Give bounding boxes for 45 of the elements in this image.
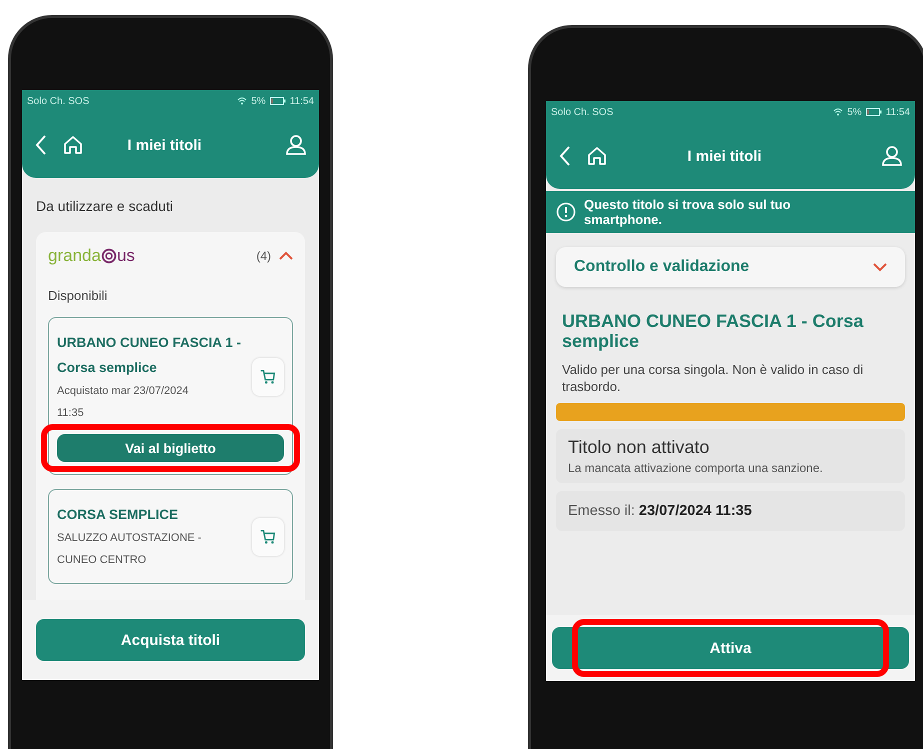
ticket-title: CORSA SEMPLICE: [57, 506, 180, 524]
ticket-description: Valido per una corsa singola. Non è valido in caso di trasbordo.: [562, 361, 864, 395]
cart-icon: [259, 528, 277, 546]
clock-time: 11:54: [290, 96, 314, 106]
user-icon[interactable]: [285, 134, 307, 156]
status-title: Titolo non attivato: [568, 437, 710, 458]
ticket-count: (4): [256, 249, 271, 263]
battery-icon: [866, 108, 882, 116]
accordion-header[interactable]: Controllo e validazione: [556, 247, 905, 287]
operator-logo: granda us: [48, 246, 136, 266]
back-icon[interactable]: [558, 145, 572, 167]
carrier-text: Solo Ch. SOS: [27, 96, 90, 106]
battery-icon: [270, 97, 286, 105]
ticket-detail: SALUZZO AUTOSTAZIONE -: [57, 531, 202, 546]
subsection-label: Disponibili: [48, 288, 108, 303]
home-icon[interactable]: [62, 134, 84, 156]
back-icon[interactable]: [34, 134, 48, 156]
go-to-ticket-button[interactable]: Vai al biglietto: [57, 434, 284, 462]
screen-title: I miei titoli: [686, 148, 763, 164]
ticket-detail: CUNEO CENTRO: [57, 553, 148, 568]
screen-title: I miei titoli: [126, 136, 203, 154]
ticket-title: URBANO CUNEO FASCIA 1 - Corsa semplice: [57, 334, 242, 377]
warning-icon: [556, 202, 576, 222]
section-title: Da utilizzare e scaduti: [36, 198, 174, 214]
notice-text: Questo titolo si trova solo sul tuo smartphone.: [584, 197, 792, 227]
issued-date: Emesso il: 23/07/2024 11:35: [568, 502, 753, 521]
ticket-card[interactable]: CORSA SEMPLICE SALUZZO AUTOSTAZIONE - CUNEO CENTRO: [48, 489, 293, 584]
user-icon[interactable]: [881, 145, 903, 167]
wifi-icon: [237, 97, 248, 105]
ticket-detail: Acquistato mar 23/07/2024: [57, 384, 190, 399]
carrier-text: Solo Ch. SOS: [551, 106, 614, 118]
chevron-up-icon[interactable]: [279, 251, 293, 261]
ticket-title: URBANO CUNEO FASCIA 1 - Corsa semplice: [562, 311, 864, 351]
activate-button[interactable]: Attiva: [552, 627, 909, 669]
battery-percent: 5%: [251, 96, 266, 106]
cart-icon: [259, 368, 277, 386]
cart-button[interactable]: [252, 358, 284, 396]
status-text: La mancata attivazione comporta una sanzione.: [568, 462, 824, 475]
clock-time: 11:54: [886, 106, 910, 118]
wifi-icon: [833, 108, 844, 116]
buy-tickets-button[interactable]: Acquista titoli: [36, 619, 305, 661]
battery-percent: 5%: [847, 106, 862, 118]
ticket-detail: 11:35: [57, 406, 85, 421]
cart-button[interactable]: [252, 518, 284, 556]
home-icon[interactable]: [586, 145, 608, 167]
